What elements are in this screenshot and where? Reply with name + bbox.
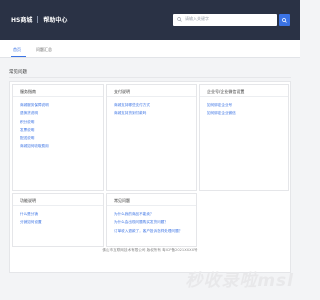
search-input[interactable]: 请输入关键字 [173, 14, 277, 26]
help-link[interactable]: 发票说明 [20, 126, 49, 134]
brand[interactable]: HS商城 帮助中心 [11, 15, 67, 24]
card-service-guide: 服务指南 商城服务保障说明 退换货说明 积分说明 发票说明 配送说明 商城如何收… [12, 84, 104, 191]
active-tab-indicator [11, 56, 26, 57]
help-link[interactable]: 如何绑定企业号 [207, 101, 236, 109]
card-title: 服务指南 [20, 89, 36, 94]
card-features: 功能说明 什么是分销 分销如何设置 [12, 193, 104, 247]
help-link[interactable]: 什么是分销 [20, 210, 42, 218]
card-title: 常见问题 [114, 198, 130, 203]
search-button[interactable] [279, 14, 290, 26]
help-link[interactable]: 为什么我的商品不能卖？ [114, 210, 182, 218]
tab-faq-summary[interactable]: 问题汇总 [36, 47, 52, 53]
help-link[interactable]: 订单收入退款了，客户投诉怎样处理问题？ [114, 227, 182, 235]
card-links: 什么是分销 分销如何设置 [20, 210, 42, 227]
brand-divider [37, 16, 39, 23]
help-link[interactable]: 商城支持哪些支付方式 [114, 101, 150, 109]
help-link[interactable]: 积分说明 [20, 118, 49, 126]
card-header: 服务指南 [13, 85, 103, 97]
card-header: 企业号/企业微信设置 [200, 85, 288, 97]
tab-home[interactable]: 首页 [13, 47, 21, 53]
help-link[interactable]: 退换货说明 [20, 109, 49, 117]
footer-copyright: 佛山市互联网技术有限公司 版权所有 粤ICP备2021XXXX号 [102, 248, 198, 252]
search-placeholder: 请输入关键字 [185, 16, 209, 21]
card-header: 功能说明 [13, 194, 103, 206]
section-name: 帮助中心 [43, 17, 68, 24]
card-links: 商城支持哪些支付方式 商城支持货到付款吗 [114, 101, 150, 118]
card-title: 功能说明 [20, 198, 36, 203]
card-links: 为什么我的商品不能卖？ 为什么会出现问题购买发货问题？ 订单收入退款了，客户投诉… [114, 210, 182, 235]
help-link[interactable]: 商城服务保障说明 [20, 101, 49, 109]
search-icon [177, 17, 182, 22]
page-title: 常见问题 [9, 70, 27, 75]
help-grid: 服务指南 商城服务保障说明 退换货说明 积分说明 发票说明 配送说明 商城如何收… [9, 81, 291, 273]
help-link[interactable]: 配送说明 [20, 134, 49, 142]
card-common-questions: 常见问题 为什么我的商品不能卖？ 为什么会出现问题购买发货问题？ 订单收入退款了… [106, 193, 197, 247]
card-title: 支付说明 [114, 89, 130, 94]
card-payment: 支付说明 商城支持哪些支付方式 商城支持货到付款吗 [106, 84, 197, 191]
card-links: 商城服务保障说明 退换货说明 积分说明 发票说明 配送说明 商城如何收取费用 [20, 101, 49, 151]
card-title: 企业号/企业微信设置 [207, 89, 245, 94]
help-link[interactable]: 如何绑定企业微信 [207, 109, 236, 117]
card-enterprise: 企业号/企业微信设置 如何绑定企业号 如何绑定企业微信 [199, 84, 289, 191]
tab-bar: 首页 问题汇总 [0, 40, 300, 58]
help-link[interactable]: 商城如何收取费用 [20, 142, 49, 150]
search-icon [282, 17, 287, 23]
help-link[interactable]: 为什么会出现问题购买发货问题？ [114, 218, 182, 226]
help-link[interactable]: 分销如何设置 [20, 218, 42, 226]
brand-name[interactable]: HS商城 [11, 17, 32, 24]
card-header: 常见问题 [107, 194, 196, 206]
divider [9, 77, 291, 78]
card-header: 支付说明 [107, 85, 196, 97]
top-header: HS商城 帮助中心 请输入关键字 [0, 0, 300, 40]
card-links: 如何绑定企业号 如何绑定企业微信 [207, 101, 236, 118]
help-link[interactable]: 商城支持货到付款吗 [114, 109, 150, 117]
watermark: 秒收录啦msl [185, 271, 294, 291]
